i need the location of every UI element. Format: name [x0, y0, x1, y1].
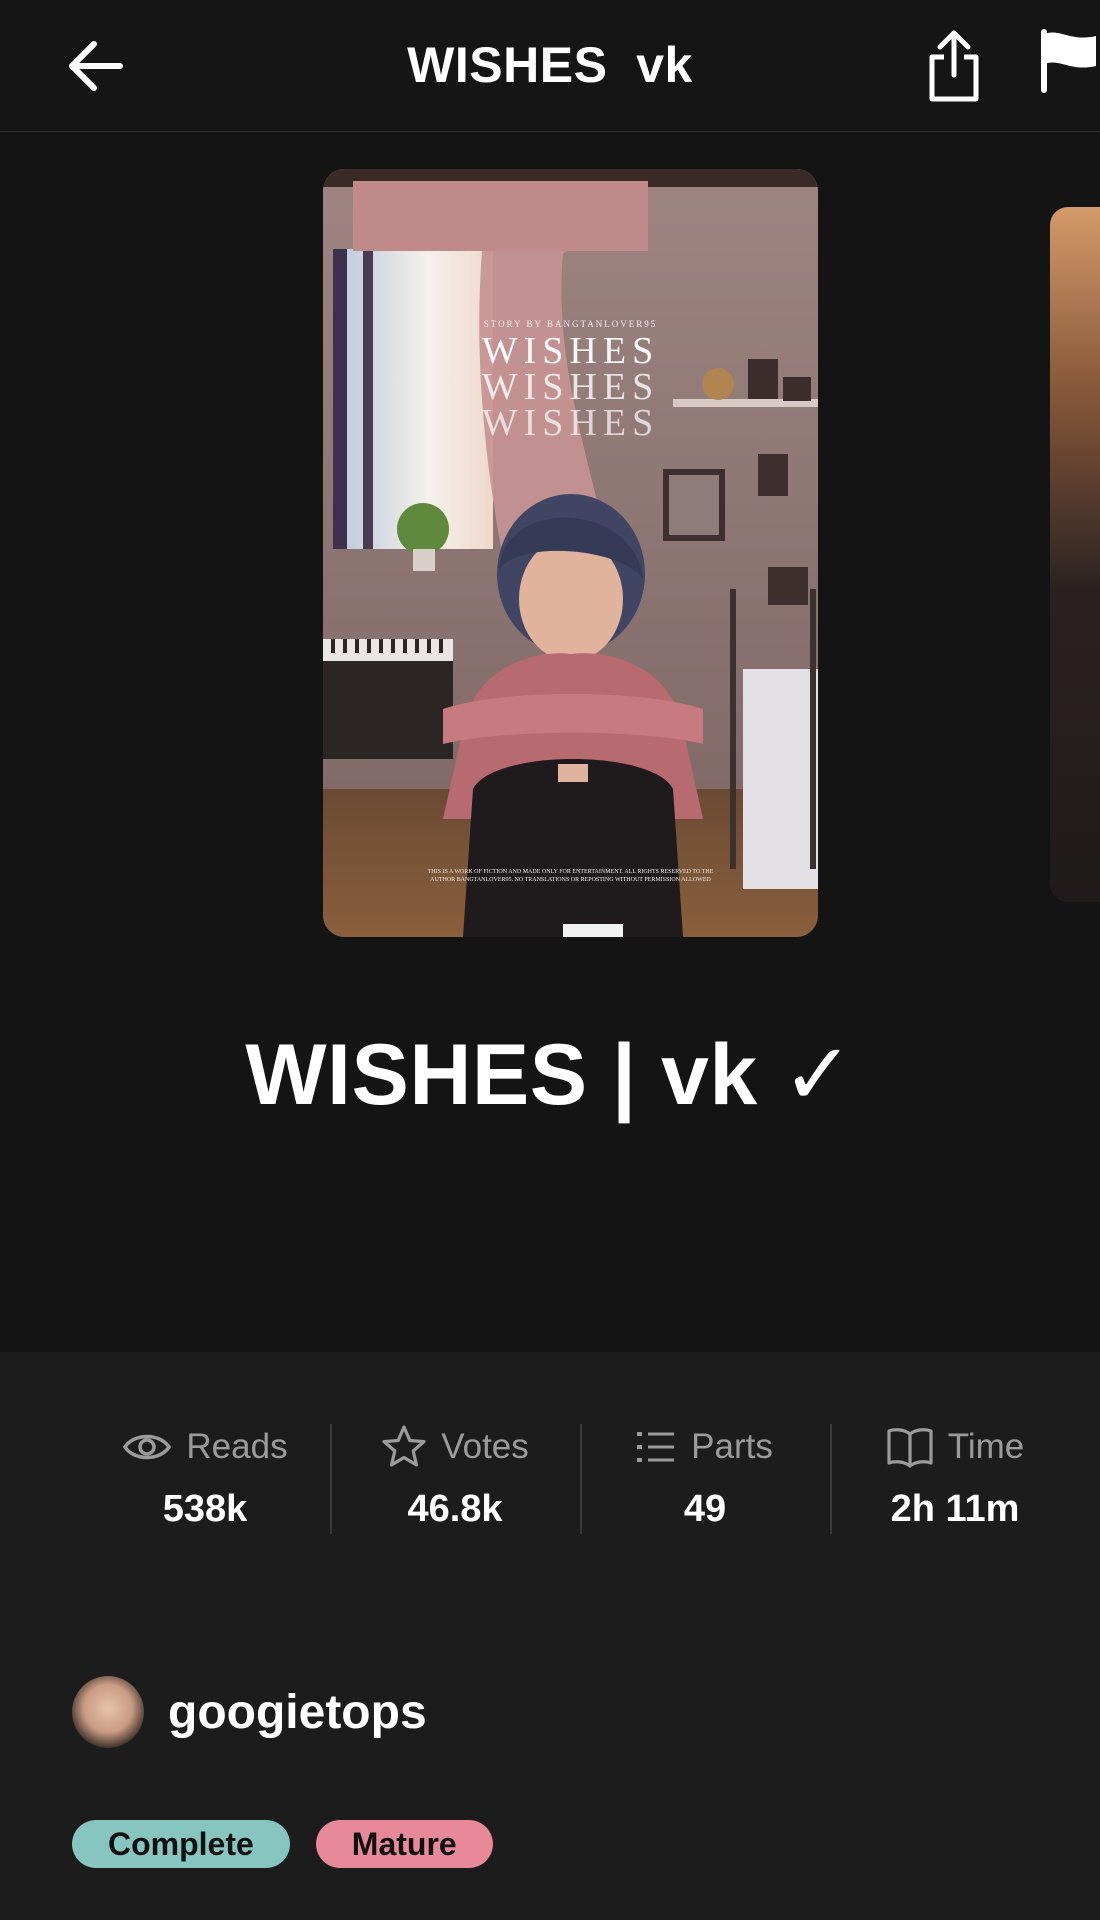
book-icon — [887, 1428, 933, 1468]
stat-parts: Parts 49 — [580, 1422, 830, 1537]
next-story-cover[interactable] — [1050, 207, 1100, 902]
stat-time: Time 2h 11m — [830, 1422, 1080, 1537]
share-icon — [929, 30, 979, 102]
author-name[interactable]: googietops — [168, 1685, 427, 1740]
tag-mature: Mature — [315, 1820, 493, 1868]
cover-illustration — [323, 169, 818, 937]
stat-label: Votes — [441, 1427, 529, 1466]
star-icon — [382, 1425, 426, 1467]
stat-reads: Reads 538k — [80, 1422, 330, 1537]
share-button[interactable] — [916, 24, 992, 108]
story-details-screen: WISHES vk STORY BY BANGTANLOVER95 WISHES… — [0, 0, 1100, 1920]
cover-disclaimer-1: THIS IS A WORK OF FICTION AND MADE ONLY … — [427, 869, 714, 875]
flag-icon — [1041, 29, 1096, 93]
cover-title-3: WISHES — [481, 402, 660, 444]
cover-byline: STORY BY BANGTANLOVER95 — [483, 319, 658, 329]
list-icon — [637, 1432, 675, 1462]
cover-disclaimer-2: AUTHOR BANGTANLOVER95. NO TRANSLATIONS O… — [430, 877, 711, 883]
tag-complete: Complete — [72, 1820, 290, 1868]
cover-carousel[interactable]: STORY BY BANGTANLOVER95 WISHES WISHES WI… — [0, 132, 1100, 962]
story-info-panel: Reads 538k Votes 46.8k Parts 49 Time 2h … — [0, 1352, 1100, 1920]
eye-icon — [123, 1434, 172, 1460]
stat-value: 46.8k — [407, 1488, 503, 1530]
top-bar: WISHES vk — [0, 0, 1100, 132]
tag-list: Complete Mature — [72, 1820, 493, 1868]
stat-value: 538k — [162, 1488, 248, 1530]
stat-value: 2h 11m — [890, 1488, 1020, 1530]
stats-row: Reads 538k Votes 46.8k Parts 49 Time 2h … — [80, 1422, 1080, 1537]
report-button[interactable] — [1040, 28, 1100, 104]
story-cover[interactable]: STORY BY BANGTANLOVER95 WISHES WISHES WI… — [323, 169, 818, 937]
stat-label: Time — [947, 1427, 1025, 1466]
stat-label: Reads — [186, 1427, 288, 1466]
stat-value: 49 — [683, 1488, 727, 1530]
avatar[interactable] — [72, 1676, 144, 1748]
story-title: WISHES | vk ✓ — [245, 1027, 855, 1123]
stat-label: Parts — [691, 1427, 773, 1466]
author-row[interactable]: googietops — [72, 1676, 427, 1748]
stat-votes: Votes 46.8k — [330, 1422, 580, 1537]
